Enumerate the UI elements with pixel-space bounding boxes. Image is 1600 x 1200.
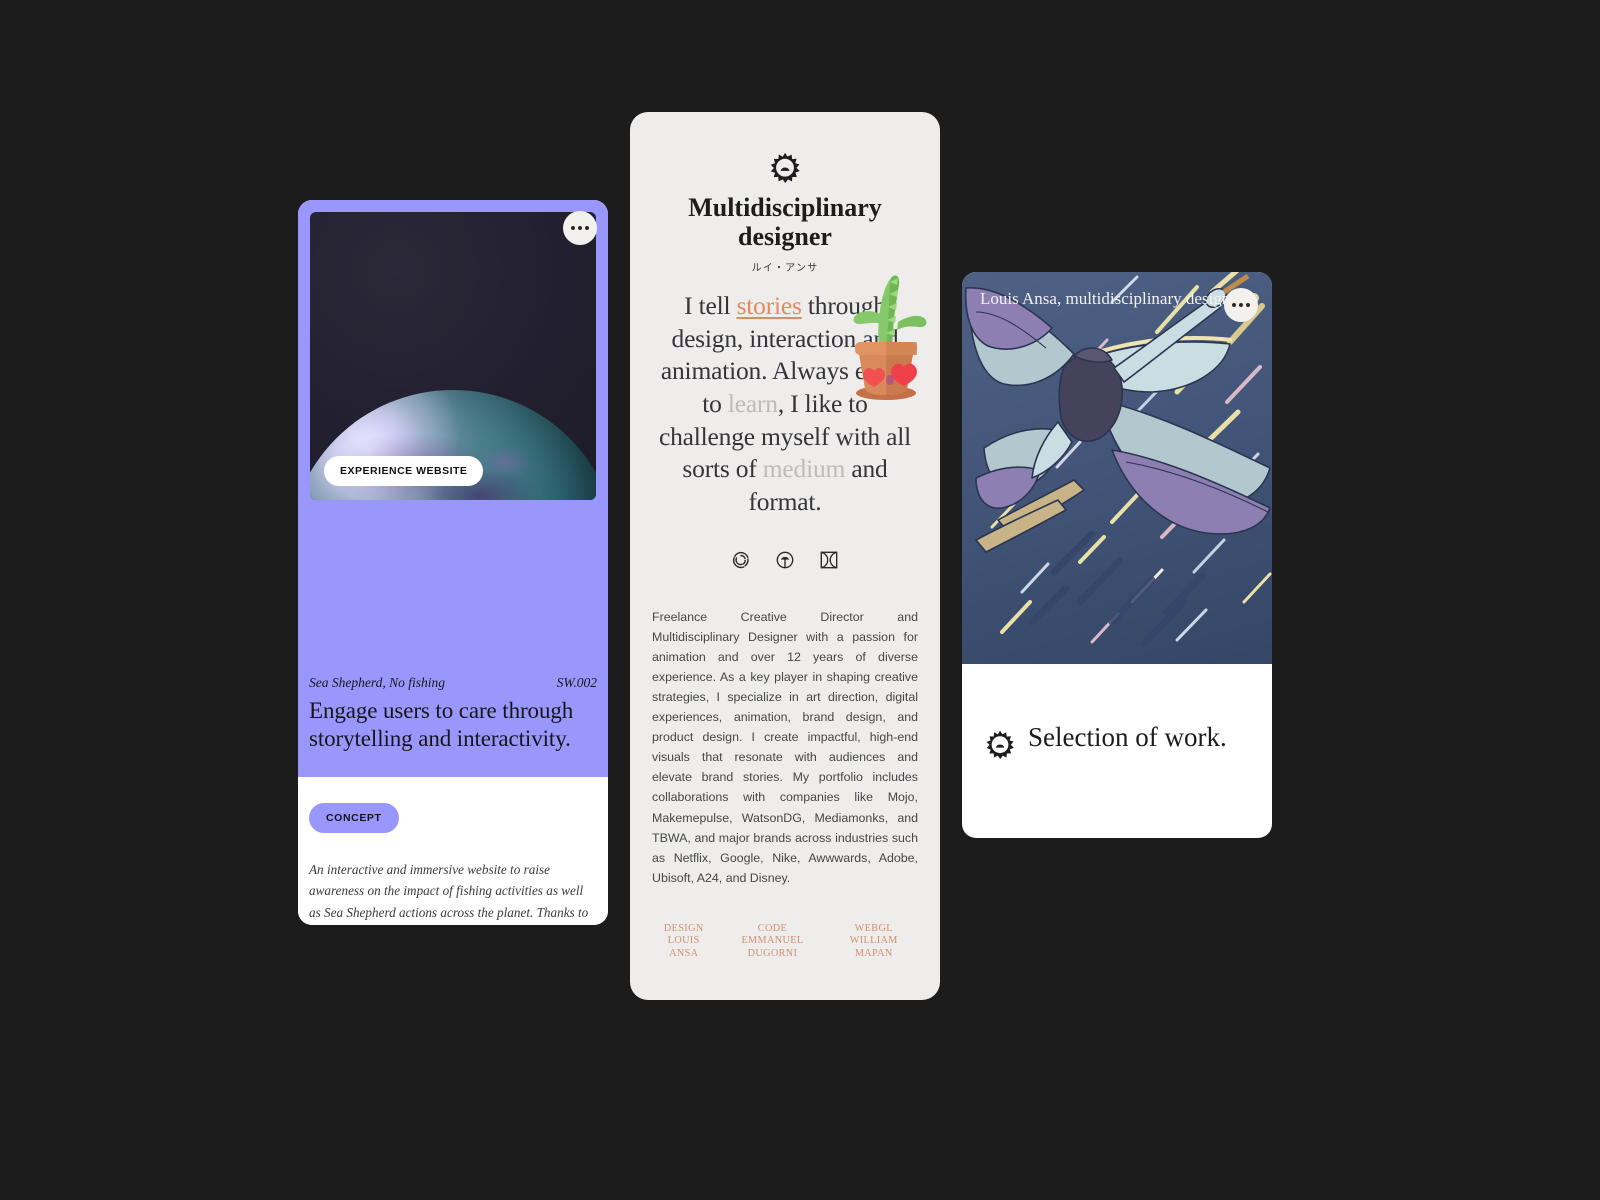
about-lede: I tell stories through design, interacti… bbox=[652, 275, 927, 518]
credit-name: EMMANUEL DUGORNI bbox=[741, 935, 804, 959]
experience-website-button[interactable]: EXPERIENCE WEBSITE bbox=[324, 456, 484, 486]
project-card: EXPERIENCE WEBSITE Sea Shepherd, No fish… bbox=[298, 200, 608, 925]
credit-code: CODE EMMANUEL DUGORNI bbox=[715, 923, 829, 960]
project-description: An interactive and immersive website to … bbox=[309, 862, 589, 920]
circle-arrow-icon[interactable] bbox=[774, 549, 796, 571]
selection-overlay-title: Louis Ansa, multidisciplinary designer bbox=[980, 289, 1244, 308]
sun-smile-logo-icon bbox=[986, 730, 1014, 760]
lede-muted-learn: learn bbox=[727, 389, 778, 419]
project-body: CONCEPT An interactive and immersive web… bbox=[298, 777, 608, 925]
lede-part-1: I tell bbox=[684, 291, 737, 321]
project-meta: Sea Shepherd, No fishing SW.002 Engage u… bbox=[298, 665, 608, 754]
stories-link[interactable]: stories bbox=[737, 291, 802, 320]
project-media: EXPERIENCE WEBSITE bbox=[310, 212, 596, 500]
about-credits: DESIGN LOUIS ANSA CODE EMMANUEL DUGORNI … bbox=[652, 923, 918, 960]
concept-tag[interactable]: CONCEPT bbox=[309, 803, 399, 834]
project-client: Sea Shepherd, No fishing bbox=[309, 675, 445, 690]
credit-role: CODE bbox=[757, 922, 788, 934]
ellipsis-icon[interactable] bbox=[563, 211, 597, 245]
project-headline: Engage users to care through storytellin… bbox=[309, 698, 574, 752]
credit-webgl: WEBGL WILLIAM MAPAN bbox=[829, 923, 918, 960]
square-lens-icon[interactable] bbox=[818, 549, 840, 571]
spiral-sunburst-icon[interactable] bbox=[730, 549, 752, 571]
selection-card: Louis Ansa, multidisciplinary designer S… bbox=[962, 272, 1272, 838]
credit-name: WILLIAM MAPAN bbox=[849, 935, 898, 959]
project-hero-spacer bbox=[298, 753, 608, 778]
about-social-icons bbox=[652, 549, 918, 571]
about-card: Multidisciplinary designer ルイ・アンサ I tell… bbox=[630, 112, 940, 1000]
screenshot-stage: EXPERIENCE WEBSITE Sea Shepherd, No fish… bbox=[0, 0, 1600, 1200]
credit-design: DESIGN LOUIS ANSA bbox=[652, 923, 715, 960]
about-title: Multidisciplinary designer bbox=[688, 193, 882, 252]
ellipsis-icon[interactable] bbox=[1224, 288, 1258, 322]
project-hero: EXPERIENCE WEBSITE bbox=[298, 200, 608, 665]
selection-heading: Selection of work. bbox=[1028, 722, 1227, 752]
about-body-text: Freelance Creative Director and Multidis… bbox=[652, 609, 918, 885]
credit-name: LOUIS ANSA bbox=[667, 935, 700, 959]
lede-muted-medium: medium bbox=[762, 454, 846, 484]
project-reference: SW.002 bbox=[556, 675, 597, 690]
project-meta-row: Sea Shepherd, No fishing SW.002 bbox=[309, 675, 597, 691]
sun-smile-logo-icon bbox=[770, 152, 800, 184]
flying-crane-illustration bbox=[964, 273, 1271, 553]
credit-role: DESIGN bbox=[663, 922, 704, 934]
credit-role: WEBGL bbox=[854, 922, 893, 934]
about-title-japanese: ルイ・アンサ bbox=[751, 263, 819, 275]
selection-body: Selection of work. bbox=[962, 664, 1272, 760]
selection-artwork: Louis Ansa, multidisciplinary designer bbox=[962, 272, 1272, 664]
